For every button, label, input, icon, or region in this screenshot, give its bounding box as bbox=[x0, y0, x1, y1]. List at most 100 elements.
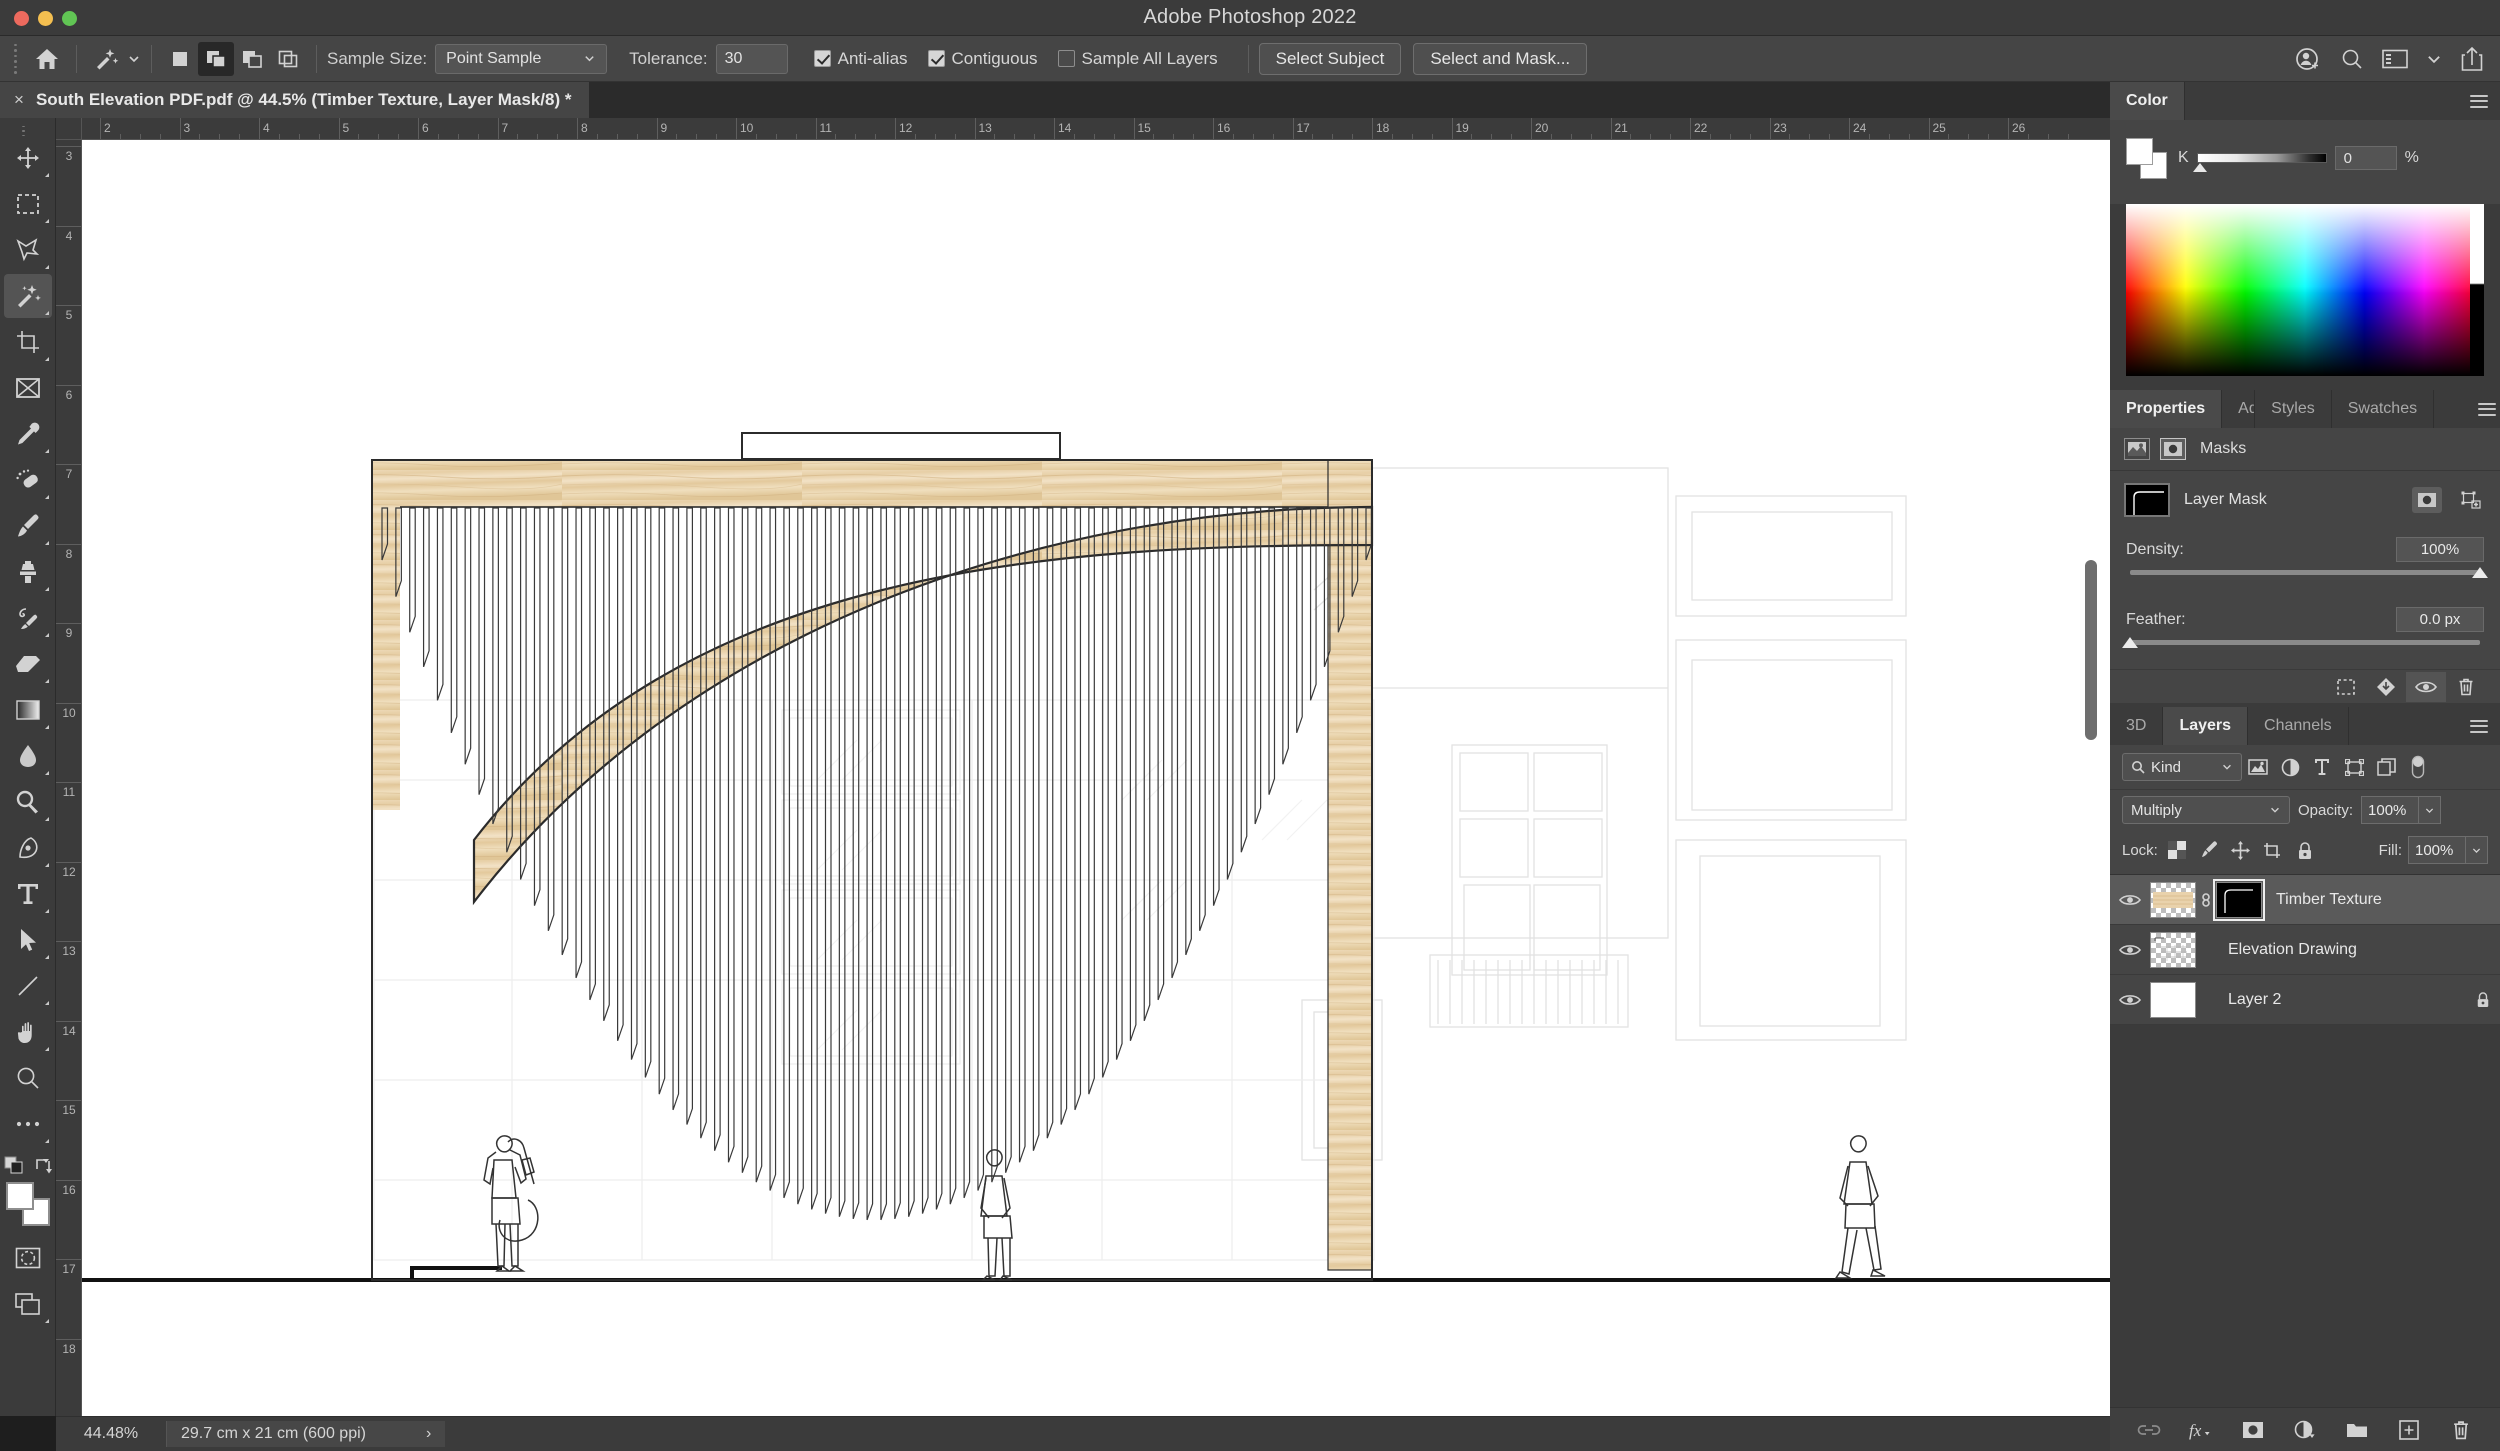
maximize-window-button[interactable] bbox=[62, 11, 77, 26]
tolerance-input[interactable]: 30 bbox=[715, 43, 788, 74]
workspace-icon[interactable] bbox=[2382, 49, 2408, 69]
sample-size-select[interactable]: Point Sample bbox=[435, 43, 608, 74]
subtract-from-selection-button[interactable] bbox=[234, 42, 270, 76]
spot-healing-brush-tool[interactable] bbox=[4, 458, 52, 502]
vertical-ruler[interactable]: 3 4 5 6 7 8 9 10 11 12 13 14 15 16 17 18 bbox=[56, 140, 82, 1416]
lasso-tool[interactable] bbox=[4, 228, 52, 272]
color-panel-swatches[interactable] bbox=[2126, 138, 2168, 179]
sample-all-layers-checkbox[interactable]: Sample All Layers bbox=[1057, 49, 1218, 69]
layer-name[interactable]: Elevation Drawing bbox=[2228, 941, 2490, 959]
density-slider-thumb[interactable] bbox=[2472, 567, 2488, 578]
blur-tool[interactable] bbox=[4, 734, 52, 778]
crop-tool[interactable] bbox=[4, 320, 52, 364]
quick-mask-icon[interactable] bbox=[4, 1236, 52, 1280]
clone-stamp-tool[interactable] bbox=[4, 550, 52, 594]
mask-link-icon[interactable] bbox=[2196, 890, 2216, 910]
layer-mask-thumbnail[interactable] bbox=[2213, 878, 2265, 921]
feather-value[interactable]: 0.0 px bbox=[2396, 607, 2484, 632]
frame-tool[interactable] bbox=[4, 366, 52, 410]
k-channel-slider[interactable] bbox=[2192, 153, 2327, 172]
options-bar-grip[interactable] bbox=[12, 43, 22, 74]
filter-toggle-switch[interactable] bbox=[2402, 753, 2434, 781]
canvas-vertical-scrollbar[interactable] bbox=[2085, 560, 2097, 740]
type-tool[interactable] bbox=[4, 872, 52, 916]
tab-layers[interactable]: Layers bbox=[2163, 707, 2249, 745]
rectangular-marquee-tool[interactable] bbox=[4, 182, 52, 226]
smart-object-filter-icon[interactable] bbox=[2370, 753, 2402, 781]
tab-3d[interactable]: 3D bbox=[2110, 707, 2164, 745]
dodge-tool[interactable] bbox=[4, 780, 52, 824]
layer-row-layer-2[interactable]: Layer 2 bbox=[2110, 975, 2500, 1025]
delete-layer-icon[interactable] bbox=[2448, 1417, 2474, 1443]
ruler-corner[interactable] bbox=[56, 118, 82, 140]
move-tool[interactable] bbox=[4, 136, 52, 180]
search-icon[interactable] bbox=[2340, 47, 2364, 71]
load-selection-icon[interactable] bbox=[2326, 672, 2366, 702]
layer-row-elevation-drawing[interactable]: Elevation Drawing bbox=[2110, 925, 2500, 975]
zoom-tool[interactable] bbox=[4, 1056, 52, 1100]
adjustment-layer-icon[interactable] bbox=[2292, 1417, 2318, 1443]
feather-slider-track[interactable] bbox=[2122, 637, 2480, 648]
vector-mask-icon[interactable] bbox=[2160, 438, 2186, 460]
traffic-light-buttons[interactable] bbox=[14, 11, 77, 26]
pixel-mask-icon[interactable] bbox=[2124, 438, 2150, 460]
select-and-mask-button[interactable]: Select and Mask... bbox=[1413, 42, 1588, 75]
new-selection-button[interactable] bbox=[162, 42, 198, 76]
add-user-icon[interactable] bbox=[2296, 46, 2322, 72]
history-brush-tool[interactable] bbox=[4, 596, 52, 640]
add-to-selection-button[interactable] bbox=[198, 41, 234, 76]
zoom-level-field[interactable]: 44.48% bbox=[56, 1425, 166, 1443]
link-layers-icon[interactable] bbox=[2136, 1417, 2162, 1443]
color-spectrum-ramp[interactable] bbox=[2126, 204, 2484, 376]
eraser-tool[interactable] bbox=[4, 642, 52, 686]
add-vector-mask-icon[interactable] bbox=[2456, 487, 2486, 513]
delete-mask-icon[interactable] bbox=[2446, 672, 2486, 702]
tab-channels[interactable]: Channels bbox=[2248, 707, 2349, 745]
layer-name[interactable]: Layer 2 bbox=[2228, 991, 2476, 1009]
color-panel-menu-icon[interactable] bbox=[2458, 82, 2500, 120]
layer-style-fx-icon[interactable]: fx bbox=[2188, 1417, 2214, 1443]
anti-alias-checkbox[interactable]: Anti-alias bbox=[813, 49, 908, 69]
horizontal-ruler[interactable]: 2 3 4 5 6 7 8 9 10 11 12 13 14 15 16 17 18 19 20 21 22 23 24 25… bbox=[82, 118, 2110, 140]
home-icon[interactable] bbox=[28, 42, 66, 76]
type-filter-icon[interactable] bbox=[2306, 753, 2338, 781]
contiguous-checkbox[interactable]: Contiguous bbox=[927, 49, 1038, 69]
brush-tool[interactable] bbox=[4, 504, 52, 548]
intersect-selection-button[interactable] bbox=[270, 42, 306, 76]
close-icon[interactable]: × bbox=[14, 90, 24, 110]
toolbar-grip[interactable] bbox=[0, 124, 55, 136]
tab-styles[interactable]: Styles bbox=[2255, 390, 2332, 428]
line-shape-tool[interactable] bbox=[4, 964, 52, 1008]
fill-value[interactable]: 100% bbox=[2408, 836, 2466, 864]
layers-panel-menu-icon[interactable] bbox=[2458, 707, 2500, 745]
tool-preset-picker[interactable] bbox=[87, 42, 141, 76]
select-subject-button[interactable]: Select Subject bbox=[1258, 42, 1402, 75]
chevron-down-icon[interactable] bbox=[127, 52, 141, 66]
density-value[interactable]: 100% bbox=[2396, 537, 2484, 562]
color-foreground-swatch[interactable] bbox=[2126, 138, 2153, 165]
lock-image-icon[interactable] bbox=[2196, 838, 2222, 862]
layer-mask-row[interactable]: Layer Mask bbox=[2110, 471, 2500, 529]
density-slider-track[interactable] bbox=[2130, 567, 2488, 578]
hand-tool[interactable] bbox=[4, 1010, 52, 1054]
layer-visibility-eye-icon[interactable] bbox=[2110, 993, 2150, 1007]
status-expand-icon[interactable]: › bbox=[426, 1425, 431, 1443]
layer-thumbnail[interactable] bbox=[2150, 931, 2196, 968]
swap-colors-icon[interactable] bbox=[34, 1156, 52, 1174]
fill-stepper-chevron-down-icon[interactable] bbox=[2466, 836, 2488, 864]
tab-properties[interactable]: Properties bbox=[2110, 390, 2223, 428]
select-pixel-mask-icon[interactable] bbox=[2412, 487, 2442, 513]
toggle-mask-visibility-icon[interactable] bbox=[2406, 671, 2446, 702]
lock-position-icon[interactable] bbox=[2228, 838, 2254, 862]
tab-color[interactable]: Color bbox=[2110, 82, 2185, 120]
document-tab[interactable]: × South Elevation PDF.pdf @ 44.5% (Timbe… bbox=[0, 82, 591, 118]
shape-filter-icon[interactable] bbox=[2338, 753, 2370, 781]
add-layer-mask-icon[interactable] bbox=[2240, 1417, 2266, 1443]
canvas-area[interactable] bbox=[82, 140, 2110, 1416]
edit-toolbar-ellipsis-icon[interactable] bbox=[4, 1102, 52, 1146]
layer-thumbnail[interactable] bbox=[2150, 881, 2196, 918]
k-slider-thumb[interactable] bbox=[2192, 163, 2207, 172]
lock-all-icon[interactable] bbox=[2292, 838, 2318, 862]
lock-transparency-icon[interactable] bbox=[2164, 838, 2190, 862]
blend-mode-select[interactable]: Multiply bbox=[2122, 796, 2290, 824]
